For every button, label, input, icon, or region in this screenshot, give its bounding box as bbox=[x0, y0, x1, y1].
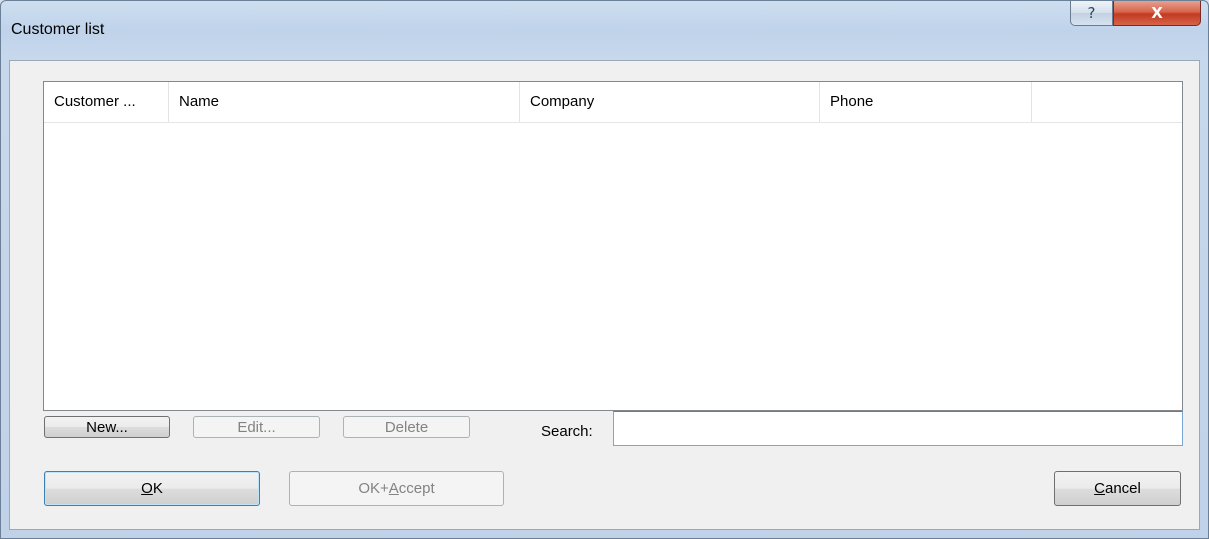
column-header-company[interactable]: Company bbox=[520, 82, 820, 122]
customer-list-view[interactable]: Customer ... Name Company Phone bbox=[43, 81, 1183, 411]
close-icon: X bbox=[1151, 4, 1163, 22]
ok-accept-button-label: OK+Accept bbox=[358, 480, 435, 497]
title-bar[interactable]: Customer list bbox=[1, 1, 1208, 61]
new-button[interactable]: New... bbox=[44, 416, 170, 438]
column-header-name[interactable]: Name bbox=[169, 82, 520, 122]
dialog-client-area: Customer ... Name Company Phone New... E… bbox=[9, 60, 1200, 530]
search-input[interactable] bbox=[613, 411, 1183, 446]
cancel-button-label: Cancel bbox=[1094, 480, 1141, 497]
delete-button[interactable]: Delete bbox=[343, 416, 470, 438]
help-icon: ? bbox=[1087, 4, 1096, 22]
ok-button-label: OK bbox=[141, 480, 163, 497]
help-button[interactable]: ? bbox=[1070, 1, 1113, 26]
edit-button-label: Edit... bbox=[237, 418, 276, 436]
delete-button-label: Delete bbox=[384, 418, 429, 436]
list-body[interactable] bbox=[44, 123, 1182, 410]
cancel-button[interactable]: Cancel bbox=[1054, 471, 1181, 506]
window-title: Customer list bbox=[11, 21, 105, 38]
column-header-filler bbox=[1032, 82, 1182, 122]
customer-list-dialog: Customer list ? X Customer ... Name Comp… bbox=[0, 0, 1209, 539]
column-header-customer[interactable]: Customer ... bbox=[44, 82, 169, 122]
search-label: Search: bbox=[541, 423, 593, 440]
list-header: Customer ... Name Company Phone bbox=[44, 82, 1182, 123]
new-button-label: New... bbox=[86, 418, 128, 436]
ok-accept-button[interactable]: OK+Accept bbox=[289, 471, 504, 506]
close-button[interactable]: X bbox=[1113, 1, 1201, 26]
edit-button[interactable]: Edit... bbox=[193, 416, 320, 438]
ok-button[interactable]: OK bbox=[44, 471, 260, 506]
column-header-phone[interactable]: Phone bbox=[820, 82, 1032, 122]
